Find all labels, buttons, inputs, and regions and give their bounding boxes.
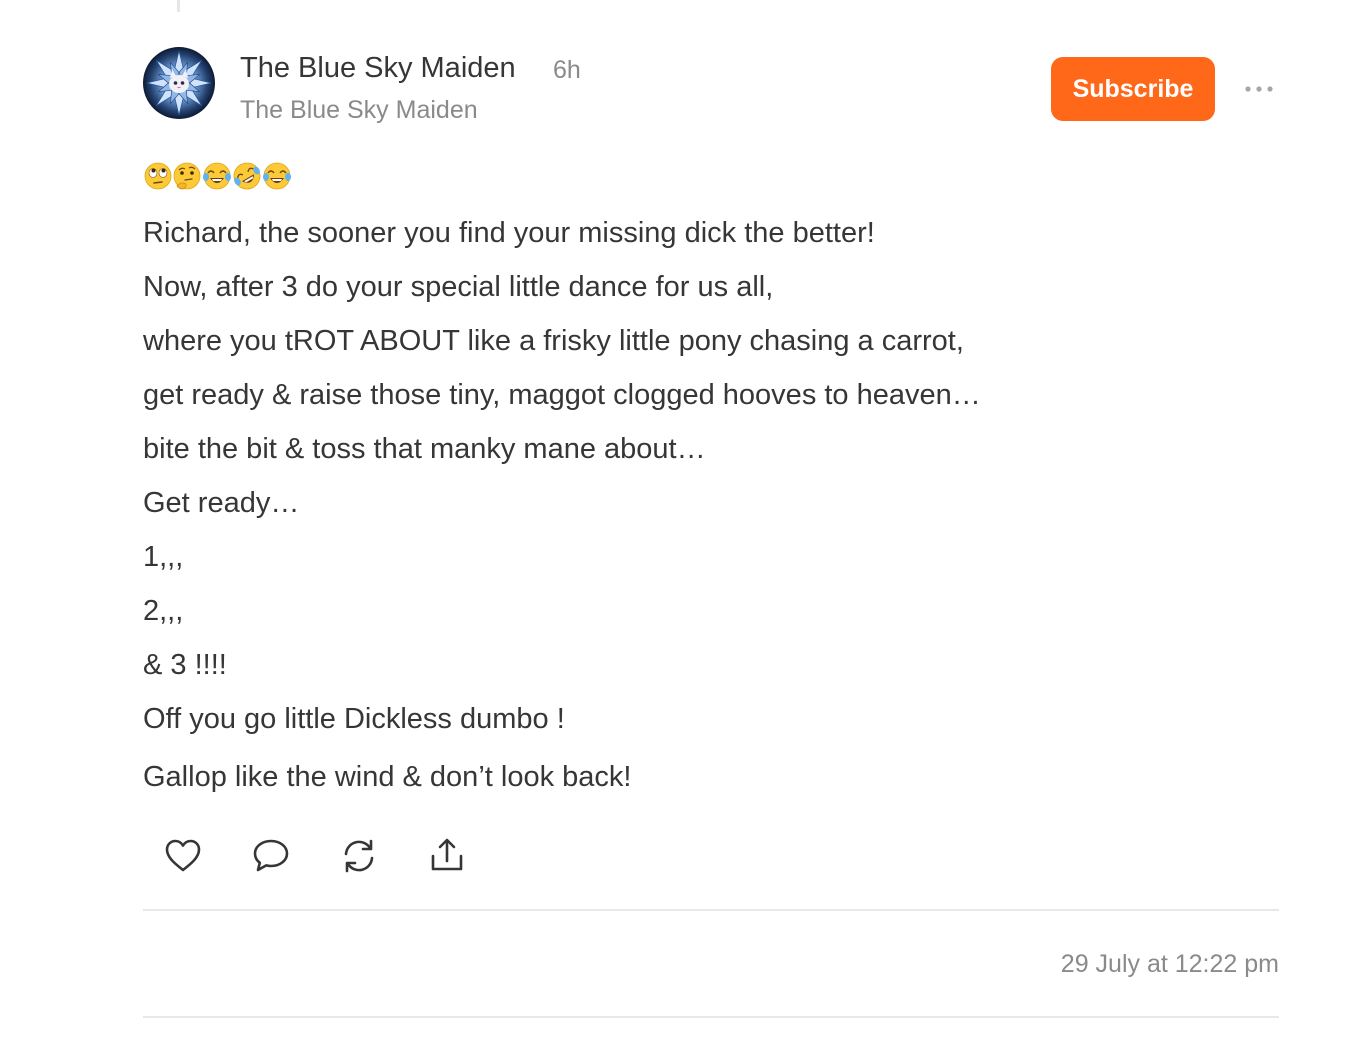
subscribe-button[interactable]: Subscribe [1051,57,1215,121]
post-text-line: 2,,, [143,595,184,627]
post-text-line: Get ready… [143,487,300,519]
post-text-line: Gallop like the wind & don’t look back! [143,761,632,793]
post-text-line: get ready & raise those tiny, maggot clo… [143,379,981,411]
post-text-line: & 3 !!!! [143,649,227,681]
post-age[interactable]: 6h [553,56,581,85]
share-button[interactable] [425,834,469,878]
publication-name[interactable]: The Blue Sky Maiden [240,96,478,125]
reply-button[interactable] [249,834,293,878]
author-avatar[interactable] [143,47,215,119]
comment-bubble-icon [253,839,289,872]
more-options-button[interactable] [1238,74,1280,104]
thinking-face-icon [173,162,201,190]
post-text-line: Richard, the sooner you find your missin… [143,217,875,249]
post-text-line: bite the bit & toss that manky mane abou… [143,433,706,465]
post-text-line: where you tROT ABOUT like a frisky littl… [143,325,964,357]
restack-arrows-icon [344,839,374,873]
face-with-rolling-eyes-icon [144,162,172,190]
post-timestamp[interactable]: 29 July at 12:22 pm [1061,950,1279,979]
ellipsis-icon [1245,86,1273,92]
note-post: The Blue Sky Maiden 6h The Blue Sky Maid… [0,0,1353,1044]
emoji-row [143,161,295,191]
heart-icon [165,839,201,872]
post-text-line: 1,,, [143,541,184,573]
like-button[interactable] [161,834,205,878]
face-with-tears-of-joy-icon [203,162,231,190]
author-name[interactable]: The Blue Sky Maiden [240,52,516,85]
rolling-on-the-floor-laughing-icon [233,162,261,190]
snowflake-avatar-icon [143,47,215,119]
face-with-tears-of-joy-icon [263,162,291,190]
post-text-line: Off you go little Dickless dumbo ! [143,703,565,735]
divider [143,1016,1279,1018]
share-upload-icon [431,838,463,871]
restack-button[interactable] [337,834,381,878]
post-text-line: Now, after 3 do your special little danc… [143,271,774,303]
divider [143,909,1279,911]
